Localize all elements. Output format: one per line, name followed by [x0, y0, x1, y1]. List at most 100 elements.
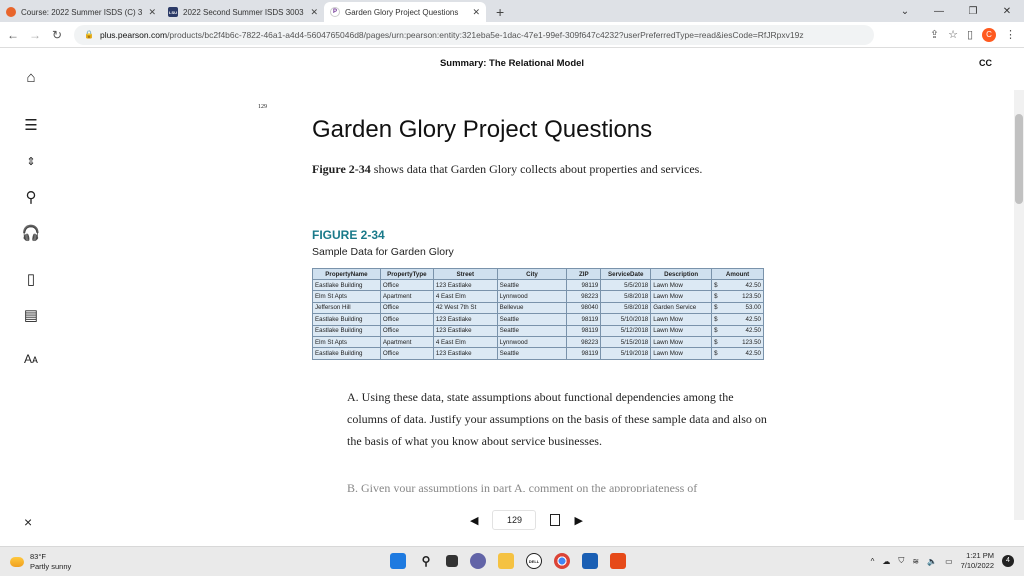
tab-close-icon[interactable]: ✕: [472, 7, 480, 18]
table-cell: 42 West 7th St: [432, 301, 498, 315]
sidepanel-icon[interactable]: ▯: [967, 28, 973, 41]
table-row: Eastlake Building Office 123 Eastlake Seatt…: [312, 313, 764, 326]
page-title: Garden Glory Project Questions: [312, 116, 653, 143]
table-cell: Lawn Mow: [650, 278, 713, 292]
table-of-contents-icon[interactable]: ☰: [20, 114, 42, 136]
previous-page-icon[interactable]: ◀: [470, 514, 478, 527]
table-cell: Apartment: [379, 335, 434, 349]
amount-value: 53.00: [745, 304, 761, 312]
table-row: Eastlake Building Office 123 Eastlake Seatt…: [312, 278, 764, 292]
reader-page: ⌂ ☰ ⇕ ⚲ 🎧 ▯ ▤ Aᴀ Summary: The Relational…: [0, 48, 1024, 546]
bookmark-icon[interactable]: [550, 514, 561, 526]
share-icon[interactable]: ⇪: [930, 28, 939, 41]
audio-icon[interactable]: 🎧: [20, 222, 42, 244]
volume-icon[interactable]: 🔈: [927, 557, 937, 566]
table-cell: 5/10/2018: [600, 313, 652, 326]
table-cell: 98119: [566, 313, 602, 326]
table-cell: Office: [379, 313, 434, 326]
table-cell: Eastlake Building: [312, 278, 381, 292]
battery-icon[interactable]: ▭: [945, 557, 953, 566]
currency-symbol: $: [714, 350, 718, 358]
close-window-icon[interactable]: ✕: [990, 6, 1024, 17]
chapter-title: Summary: The Relational Model: [439, 58, 585, 69]
amount-value: 42.50: [745, 281, 761, 289]
profile-avatar[interactable]: C: [982, 27, 996, 42]
tab-course[interactable]: Course: 2022 Summer ISDS (C) 3 ✕: [0, 2, 162, 22]
defender-icon[interactable]: ⛉: [898, 556, 904, 566]
amount-cell: $42.50: [711, 313, 764, 326]
windows-start-icon[interactable]: [390, 553, 406, 569]
cloud-icon[interactable]: ☁: [882, 557, 890, 566]
window-controls: ⌄ — ❐ ✕: [888, 0, 1024, 22]
amount-value: 123.50: [742, 338, 761, 346]
chevron-up-icon[interactable]: ^: [871, 557, 875, 566]
table-cell: 98119: [566, 324, 602, 337]
chrome-icon[interactable]: [554, 553, 570, 569]
table-cell: Jefferson Hill: [312, 301, 381, 315]
tab-garden-glory[interactable]: P Garden Glory Project Questions ✕: [324, 2, 486, 22]
office-icon[interactable]: [610, 553, 626, 569]
amount-cell: $42.50: [711, 324, 764, 337]
table-row: Eastlake Building Office 123 Eastlake Seatt…: [312, 347, 764, 360]
table-cell: Elm St Apts: [312, 335, 381, 349]
amount-value: 42.50: [745, 350, 761, 358]
flashcards-icon[interactable]: ▯: [20, 268, 42, 290]
table-cell: Lawn Mow: [650, 324, 713, 337]
url-input[interactable]: 🔒 plus.pearson.com /products/bc2f4b6c-78…: [74, 24, 874, 45]
store-icon[interactable]: [582, 553, 598, 569]
scrollbar-thumb[interactable]: [1015, 114, 1023, 204]
column-header: PropertyName: [312, 268, 381, 280]
address-bar: ← → ↻ 🔒 plus.pearson.com /products/bc2f4…: [0, 22, 1024, 48]
page-navigation-icon[interactable]: ⇕: [20, 150, 42, 172]
lsu-favicon-icon: LSU: [168, 7, 178, 17]
close-panel-icon[interactable]: ×: [24, 514, 32, 530]
weather-widget[interactable]: 83°F Partly sunny: [10, 552, 71, 572]
star-icon[interactable]: ☆: [948, 28, 958, 41]
partly-sunny-icon: [10, 557, 24, 567]
column-header: Description: [650, 268, 713, 280]
next-page-icon[interactable]: ▶: [574, 514, 582, 527]
table-cell: Lawn Mow: [650, 347, 713, 360]
home-icon[interactable]: ⌂: [20, 66, 42, 88]
figure-reference[interactable]: Figure 2-34: [312, 162, 371, 176]
amount-cell: $123.50: [711, 290, 764, 303]
table-cell: 98223: [566, 335, 602, 349]
course-favicon-icon: [6, 7, 16, 17]
notification-badge[interactable]: 4: [1002, 555, 1014, 567]
wifi-icon[interactable]: ≋: [912, 557, 919, 566]
new-tab-button[interactable]: +: [486, 2, 514, 22]
back-icon[interactable]: ←: [4, 28, 22, 42]
menu-icon[interactable]: ⋮: [1005, 28, 1016, 41]
table-cell: 98119: [566, 278, 602, 292]
intro-paragraph: Figure 2-34 shows data that Garden Glory…: [312, 158, 742, 180]
column-header: PropertyType: [379, 268, 434, 280]
table-row: Eastlake Building Office 123 Eastlake Seatt…: [312, 324, 764, 337]
table-cell: Eastlake Building: [312, 347, 381, 360]
page-number-input[interactable]: 129: [492, 510, 537, 530]
minimize-icon[interactable]: —: [922, 6, 956, 17]
table-cell: Lawn Mow: [650, 290, 713, 303]
currency-symbol: $: [714, 304, 718, 312]
table-cell: 123 Eastlake: [432, 313, 498, 326]
search-icon[interactable]: ⚲: [20, 186, 42, 208]
notebook-icon[interactable]: ▤: [20, 304, 42, 326]
search-icon[interactable]: ⚲: [418, 553, 434, 569]
task-view-icon[interactable]: [446, 555, 458, 567]
tab-close-icon[interactable]: ✕: [310, 7, 318, 18]
forward-icon[interactable]: →: [26, 28, 44, 42]
cc-button[interactable]: CC: [979, 58, 992, 68]
tab-search-icon[interactable]: ⌄: [888, 6, 922, 17]
chat-icon[interactable]: [470, 553, 486, 569]
reload-icon[interactable]: ↻: [48, 28, 66, 42]
tab-lsu[interactable]: LSU 2022 Second Summer ISDS 3003 ✕: [162, 2, 324, 22]
file-explorer-icon[interactable]: [498, 553, 514, 569]
currency-symbol: $: [714, 338, 718, 346]
tab-close-icon[interactable]: ✕: [148, 7, 156, 18]
font-settings-icon[interactable]: Aᴀ: [20, 348, 42, 370]
table-cell: Lynnwood: [496, 290, 568, 303]
dell-icon[interactable]: DELL: [526, 553, 542, 569]
amount-value: 42.50: [745, 327, 761, 335]
restore-icon[interactable]: ❐: [956, 6, 990, 17]
clock[interactable]: 1:21 PM 7/10/2022: [961, 551, 994, 571]
page-navigator: ◀ 129 ▶: [470, 510, 583, 530]
